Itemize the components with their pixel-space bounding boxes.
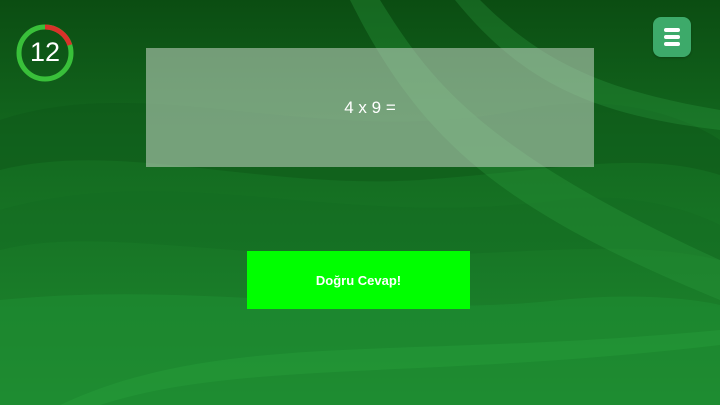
question-panel: 4 x 9 = — [146, 48, 594, 167]
countdown-timer: 12 — [14, 22, 76, 84]
timer-value: 12 — [29, 37, 61, 67]
menu-button[interactable] — [653, 17, 691, 57]
question-text: 4 x 9 = — [344, 98, 396, 117]
correct-answer-button[interactable]: Doğru Cevap! — [247, 251, 470, 309]
